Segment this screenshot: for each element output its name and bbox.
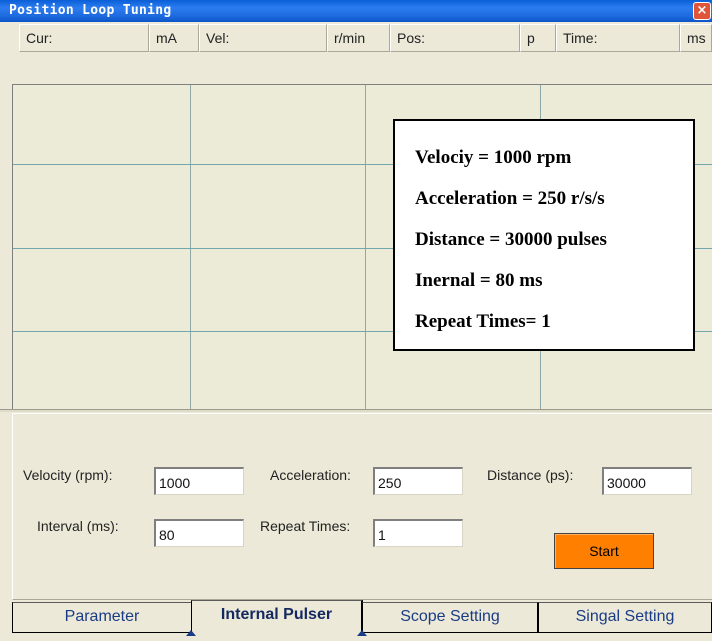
distance-input[interactable]: 30000 (602, 467, 692, 495)
info-interval: Inernal = 80 ms (415, 270, 543, 291)
start-button[interactable]: Start (554, 533, 654, 569)
info-acceleration: Acceleration = 250 r/s/s (415, 188, 605, 209)
position-readout-label: Pos: (397, 30, 426, 46)
current-unit: mA (149, 24, 199, 52)
window-title: Position Loop Tuning (9, 3, 172, 18)
close-icon: × (696, 3, 708, 18)
repeat-times-label: Repeat Times: (260, 518, 351, 534)
velocity-input[interactable]: 1000 (154, 467, 244, 495)
position-unit-text: p (527, 30, 535, 46)
tab-internal-pulser[interactable]: Internal Pulser (191, 600, 363, 635)
current-unit-text: mA (156, 30, 177, 46)
title-bar[interactable]: Position Loop Tuning × (0, 0, 712, 22)
position-readout: Pos: (390, 24, 520, 52)
position-unit: p (520, 24, 556, 52)
current-label: Cur: (26, 30, 53, 46)
interval-label: Interval (ms): (37, 518, 119, 534)
velocity-readout: Vel: (199, 24, 327, 52)
tab-bar: Parameter Internal Pulser Scope Setting … (0, 600, 712, 641)
repeat-times-input[interactable]: 1 (373, 519, 463, 547)
position-loop-tuning-window: Position Loop Tuning × Cur: mA Vel: r/mi… (0, 0, 712, 641)
info-repeat-times: Repeat Times= 1 (415, 311, 551, 332)
tab-parameter[interactable]: Parameter (12, 602, 192, 633)
close-button[interactable]: × (693, 2, 711, 20)
motion-parameter-annotation: Velociy = 1000 rpm Acceleration = 250 r/… (393, 119, 695, 351)
tab-marker-icon (357, 630, 367, 636)
velocity-label: Velocity (rpm): (23, 467, 113, 483)
acceleration-input[interactable]: 250 (373, 467, 463, 495)
info-distance: Distance = 30000 pulses (415, 229, 607, 250)
acceleration-label: Acceleration: (270, 467, 351, 483)
interval-input[interactable]: 80 (154, 519, 244, 547)
tab-scope-setting[interactable]: Scope Setting (362, 602, 538, 633)
tab-singal-setting[interactable]: Singal Setting (538, 602, 712, 633)
velocity-unit: r/min (327, 24, 390, 52)
current-readout: Cur: (19, 24, 149, 52)
velocity-unit-text: r/min (334, 30, 366, 46)
time-readout: Time: (556, 24, 680, 52)
distance-label: Distance (ps): (487, 467, 574, 483)
info-velocity: Velociy = 1000 rpm (415, 147, 572, 168)
velocity-readout-label: Vel: (206, 30, 230, 46)
status-readout-bar: Cur: mA Vel: r/min Pos: p Time: ms (0, 22, 712, 54)
tab-marker-icon (186, 630, 196, 636)
internal-pulser-panel (12, 413, 712, 600)
time-unit-text: ms (687, 30, 706, 46)
panel-splitter[interactable] (0, 409, 712, 412)
time-readout-label: Time: (563, 30, 598, 46)
time-unit: ms (680, 24, 712, 52)
